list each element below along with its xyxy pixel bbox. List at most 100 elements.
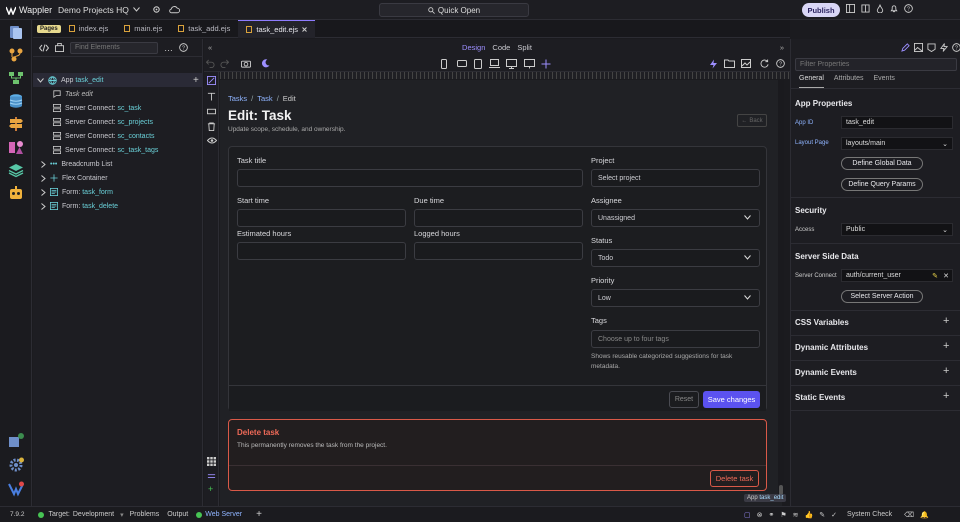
bell-icon[interactable]	[890, 4, 898, 13]
workflow-icon[interactable]	[8, 70, 24, 86]
tree-item-task-form[interactable]: Form: task_form	[33, 185, 203, 199]
app-id-input[interactable]: task_edit	[841, 116, 953, 129]
mode-code[interactable]: Code	[492, 43, 510, 52]
tree-item-sc-task[interactable]: Server Connect: sc_task	[33, 101, 203, 115]
tab-index[interactable]: index.ejs	[61, 20, 117, 38]
selected-element-tag[interactable]: App task_edit	[744, 494, 787, 502]
tags-input[interactable]: Choose up to four tags	[591, 330, 760, 348]
add-icon[interactable]: +	[193, 75, 199, 86]
assignee-select[interactable]: Unassigned	[591, 209, 760, 227]
edit-props-icon[interactable]	[901, 43, 910, 52]
link-icon[interactable]: ⚭	[769, 511, 775, 519]
add-icon[interactable]: +	[943, 315, 949, 327]
tablet-icon[interactable]	[474, 59, 482, 69]
phone-landscape-icon[interactable]	[457, 60, 467, 67]
undo-icon[interactable]	[206, 59, 215, 68]
tree-item-sc-task-tags[interactable]: Server Connect: sc_task_tags	[33, 143, 203, 157]
fullwidth-move-icon[interactable]	[541, 59, 551, 69]
chevron-down-icon[interactable]	[37, 77, 44, 83]
collapse-left-icon[interactable]: «	[208, 43, 212, 52]
code-view-icon[interactable]	[39, 43, 49, 52]
redo-icon[interactable]	[220, 59, 229, 68]
image-icon[interactable]	[914, 43, 923, 52]
mode-design[interactable]: Design	[462, 43, 485, 52]
static-events-heading[interactable]: Static Events	[795, 393, 845, 402]
feedback-icon[interactable]	[8, 481, 24, 497]
save-button[interactable]: Save changes	[703, 391, 760, 408]
css-variables-heading[interactable]: CSS Variables	[795, 318, 849, 327]
bolt-icon[interactable]	[940, 43, 948, 52]
due-time-input[interactable]	[414, 209, 583, 227]
edit-icon[interactable]	[207, 76, 216, 85]
thumbs-up-icon[interactable]: 👍	[805, 511, 814, 519]
extensions-icon[interactable]	[8, 433, 24, 449]
tab-task-edit[interactable]: task_edit.ejs	[238, 19, 316, 38]
add-icon[interactable]: +	[943, 390, 949, 402]
signpost-icon[interactable]	[8, 116, 24, 132]
target-select[interactable]: Development	[73, 511, 114, 518]
breadcrumb-task[interactable]: Task	[257, 94, 272, 103]
chevron-right-icon[interactable]	[41, 174, 46, 182]
quick-open-input[interactable]: Quick Open	[379, 3, 529, 17]
database-icon[interactable]	[8, 93, 24, 109]
desktop-icon[interactable]	[506, 59, 517, 69]
square-icon[interactable]: ▢	[744, 511, 751, 519]
help-icon[interactable]: ?	[952, 43, 960, 52]
tree-item-breadcrumb[interactable]: ••• Breadcrumb List	[33, 157, 203, 171]
system-check-label[interactable]: System Check	[847, 511, 892, 518]
css-icon[interactable]	[927, 43, 936, 52]
define-global-data-button[interactable]: Define Global Data	[841, 157, 923, 170]
git-icon[interactable]	[8, 47, 24, 63]
delete-button[interactable]: Delete task	[710, 470, 759, 487]
project-input[interactable]: Select project	[591, 169, 760, 187]
tree-item-sc-projects[interactable]: Server Connect: sc_projects	[33, 115, 203, 129]
select-server-action-button[interactable]: Select Server Action	[841, 290, 923, 303]
project-selector[interactable]: Demo Projects HQ	[58, 5, 180, 15]
tab-main[interactable]: main.ejs	[116, 20, 170, 38]
help-icon[interactable]: ?	[904, 4, 913, 13]
collapse-right-icon[interactable]: »	[780, 43, 784, 52]
tree-item-task-delete[interactable]: Form: task_delete	[33, 199, 203, 213]
bell-icon[interactable]: 🔔	[920, 511, 929, 519]
chevron-right-icon[interactable]	[41, 188, 46, 196]
filter-properties-input[interactable]: Filter Properties	[795, 58, 957, 71]
add-icon[interactable]: +	[943, 365, 949, 377]
define-query-params-button[interactable]: Define Query Params	[841, 178, 923, 191]
book-icon[interactable]	[861, 4, 870, 13]
refresh-icon[interactable]	[760, 59, 769, 68]
status-select[interactable]: Todo	[591, 249, 760, 267]
chevron-right-icon[interactable]	[41, 160, 46, 168]
edit-icon[interactable]: ✎	[819, 511, 825, 519]
task-title-input[interactable]	[237, 169, 583, 187]
magic-icon[interactable]	[709, 59, 718, 69]
breadcrumb-tasks[interactable]: Tasks	[228, 94, 247, 103]
component-icon[interactable]	[55, 43, 64, 52]
help-icon[interactable]: ?	[179, 43, 188, 52]
dynamic-events-heading[interactable]: Dynamic Events	[795, 368, 857, 377]
close-icon[interactable]	[302, 26, 307, 32]
logged-hours-input[interactable]	[414, 242, 583, 260]
grid-icon[interactable]	[207, 457, 216, 466]
output-tab[interactable]: Output	[167, 511, 188, 518]
robot-icon[interactable]	[8, 185, 24, 201]
folder-open-icon[interactable]	[724, 59, 735, 68]
chevron-right-icon[interactable]	[41, 202, 46, 210]
canvas-scrollbar[interactable]	[778, 80, 784, 500]
camera-icon[interactable]	[241, 59, 251, 68]
eye-icon[interactable]	[207, 137, 217, 144]
access-select[interactable]: Public ⌄	[841, 223, 953, 236]
back-button[interactable]: ← Back	[737, 114, 767, 127]
tree-item-app[interactable]: App task_edit +	[33, 73, 203, 87]
layers-icon[interactable]	[8, 162, 24, 178]
problems-tab[interactable]: Problems	[130, 511, 160, 518]
server-connect-field[interactable]: auth/current_user ✎ ✕	[841, 269, 953, 282]
eraser-icon[interactable]: ⌫	[904, 511, 914, 519]
gear-icon[interactable]	[152, 5, 161, 14]
ruler-icon[interactable]	[207, 107, 216, 116]
flag-icon[interactable]: ⚑	[780, 511, 786, 519]
laptop-icon[interactable]	[489, 59, 500, 68]
tab-events[interactable]: Events	[873, 75, 894, 88]
pencil-icon[interactable]: ✎	[932, 272, 938, 280]
priority-select[interactable]: Low	[591, 289, 760, 307]
reset-button[interactable]: Reset	[669, 391, 699, 408]
